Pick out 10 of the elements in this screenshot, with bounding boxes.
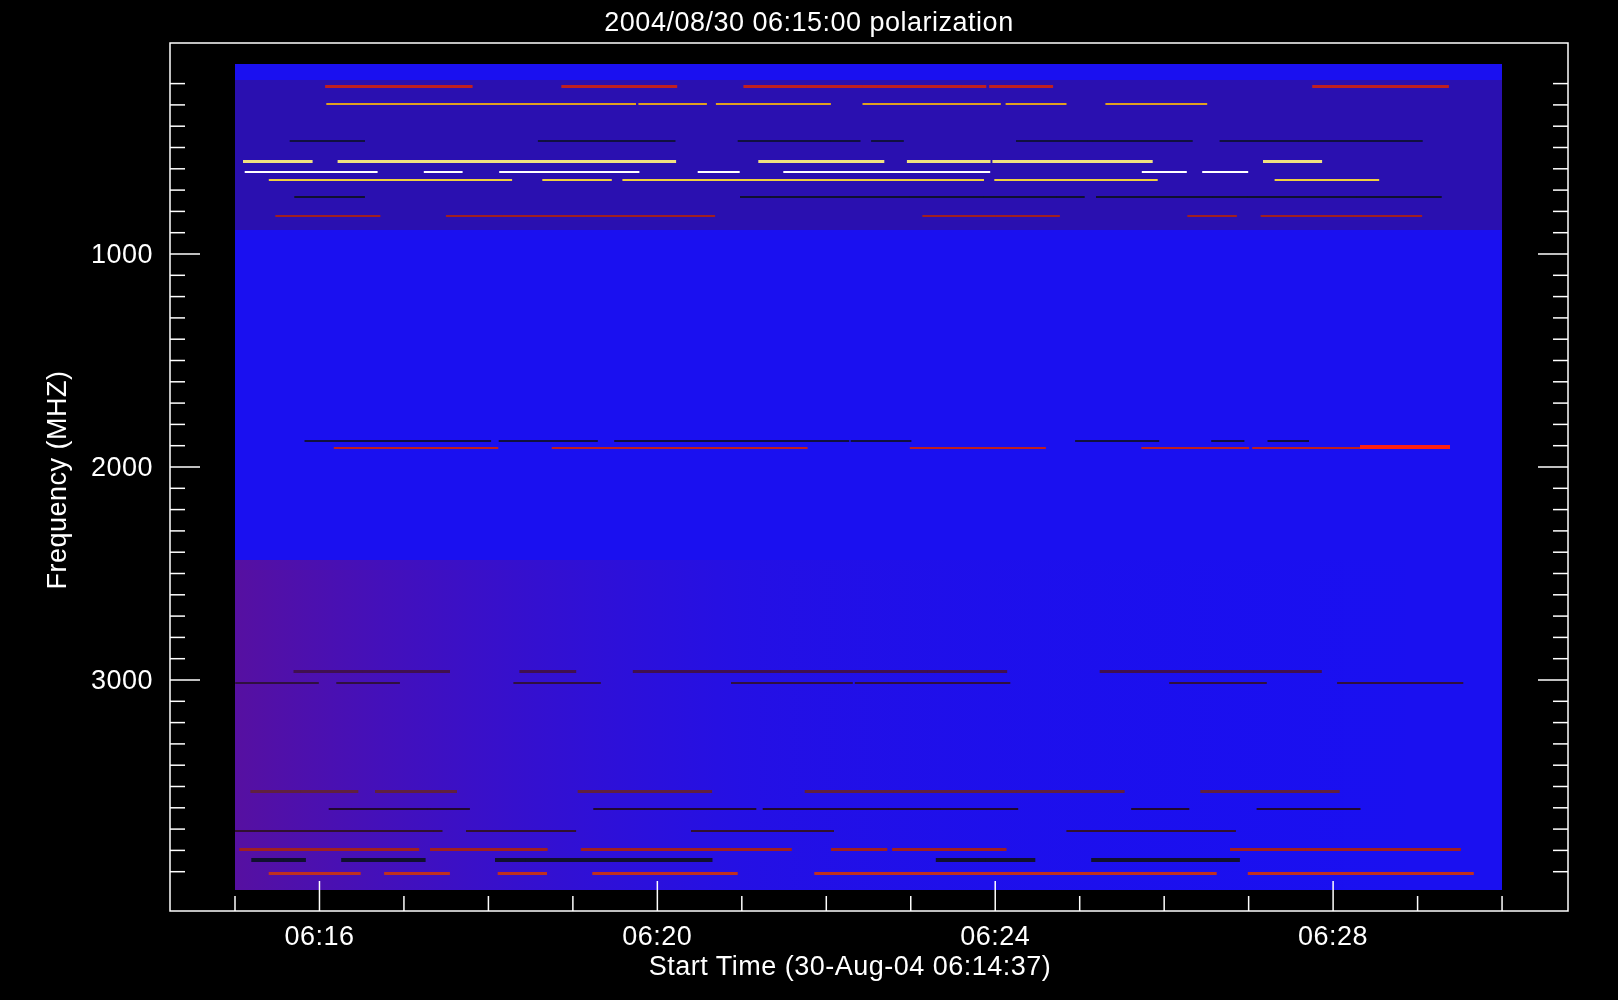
y-tick-label: 2000 <box>90 452 153 482</box>
plot-title: 2004/08/30 06:15:00 polarization <box>604 7 1014 37</box>
x-tick-label: 06:28 <box>1298 921 1369 951</box>
x-axis-label: Start Time (30-Aug-04 06:14:37) <box>648 951 1052 981</box>
x-tick-label: 06:20 <box>622 921 693 951</box>
y-tick-label: 1000 <box>90 239 153 269</box>
x-tick-label: 06:16 <box>284 921 355 951</box>
y-axis-label: Frequency (MHZ) <box>42 370 72 590</box>
y-tick-label: 3000 <box>90 665 153 695</box>
x-tick-label: 06:24 <box>960 921 1031 951</box>
